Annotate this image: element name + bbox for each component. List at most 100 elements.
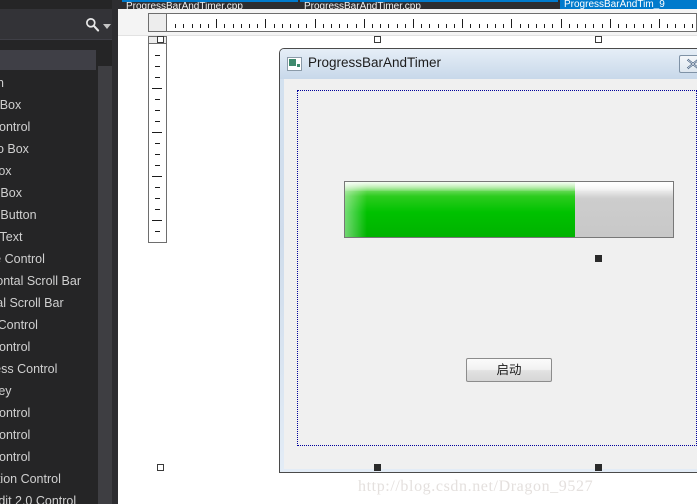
ruler-tick bbox=[528, 24, 529, 28]
vertical-ruler bbox=[148, 43, 167, 243]
ruler-tick bbox=[421, 24, 422, 28]
selection-handle-middle-right[interactable] bbox=[595, 255, 602, 262]
application-icon-glyph-a bbox=[289, 59, 296, 66]
toolbox-scrollbar[interactable] bbox=[98, 66, 112, 504]
selection-handle-top-left[interactable] bbox=[157, 36, 164, 43]
form-titlebar: ProgressBarAndTimer bbox=[280, 49, 697, 79]
ruler-tick bbox=[388, 24, 389, 28]
ruler-tick bbox=[618, 24, 619, 28]
ruler-tick bbox=[380, 24, 381, 28]
ruler-tick bbox=[356, 24, 357, 28]
toolbox-item[interactable]: k Box bbox=[0, 94, 105, 116]
ruler-tick bbox=[643, 24, 644, 28]
chevron-down-icon[interactable] bbox=[103, 24, 111, 29]
toolbox-item[interactable]: ation Control bbox=[0, 468, 105, 490]
ruler-tick bbox=[470, 24, 471, 28]
ruler-tick bbox=[208, 24, 209, 28]
selection-handle-top-center[interactable] bbox=[374, 36, 381, 43]
ruler-tick bbox=[155, 77, 160, 78]
ruler-tick bbox=[626, 24, 627, 28]
ruler-tick bbox=[503, 24, 504, 28]
ruler-tick bbox=[224, 24, 225, 28]
ruler-tick bbox=[155, 187, 160, 188]
designer-surface[interactable]: ProgressBarAndTimer 启动 bbox=[118, 9, 697, 504]
form-client-area: 启动 bbox=[284, 79, 697, 469]
ruler-tick bbox=[397, 24, 398, 28]
ruler-tick bbox=[152, 88, 162, 89]
ruler-tick bbox=[561, 19, 562, 28]
ruler-tick bbox=[298, 24, 299, 28]
ruler-tick bbox=[552, 24, 553, 28]
toolbox-item[interactable]: Box bbox=[0, 160, 105, 182]
ruler-tick bbox=[155, 209, 160, 210]
ruler-tick bbox=[155, 121, 160, 122]
toolbox-item[interactable]: Edit 2.0 Control bbox=[0, 490, 105, 504]
ruler-tick bbox=[684, 24, 685, 28]
toolbox-item[interactable]: on bbox=[0, 72, 105, 94]
ruler-tick bbox=[602, 24, 603, 28]
ruler-tick bbox=[536, 24, 537, 28]
panel-container[interactable]: 启动 bbox=[297, 90, 697, 446]
toolbox-item[interactable]: Control bbox=[0, 116, 105, 138]
ruler-tick bbox=[155, 55, 160, 56]
ruler-tick bbox=[585, 24, 586, 28]
toolbox-item-list: onk BoxControlbo BoxBoxp Boxo Buttonc Te… bbox=[0, 72, 105, 504]
ruler-tick bbox=[429, 24, 430, 28]
toolbox-item[interactable]: Control bbox=[0, 336, 105, 358]
selection-handle-bottom-left[interactable] bbox=[157, 464, 164, 471]
toolbox-item[interactable]: o Button bbox=[0, 204, 105, 226]
ruler-tick bbox=[306, 24, 307, 28]
ruler-tick bbox=[155, 231, 160, 232]
toolbox-item[interactable]: Key bbox=[0, 380, 105, 402]
toolbox-panel: onk BoxControlbo BoxBoxp Boxo Buttonc Te… bbox=[0, 0, 118, 504]
ruler-tick bbox=[290, 24, 291, 28]
selection-handle-bottom-center[interactable] bbox=[374, 464, 381, 471]
ruler-tick bbox=[155, 154, 160, 155]
ruler-tick bbox=[372, 24, 373, 28]
editor-tab-2[interactable]: ProgressBarAndTimer.cpp bbox=[300, 0, 558, 9]
ruler-tick bbox=[155, 165, 160, 166]
search-input[interactable] bbox=[0, 12, 88, 36]
ruler-tick bbox=[651, 24, 652, 28]
toolbox-panel-edge bbox=[112, 0, 118, 504]
close-button[interactable] bbox=[679, 55, 697, 73]
ruler-tick bbox=[593, 24, 594, 28]
editor-tab-3-active[interactable]: ProgressBarAndTim_9 bbox=[560, 0, 697, 9]
ruler-tick bbox=[152, 176, 162, 177]
toolbox-item[interactable]: bo Box bbox=[0, 138, 105, 160]
ruler-tick bbox=[405, 24, 406, 28]
selection-handle-bottom-right[interactable] bbox=[595, 464, 602, 471]
ruler-tick bbox=[233, 24, 234, 28]
editor-tab-2-label: ProgressBarAndTimer.cpp bbox=[304, 1, 421, 9]
selection-handle-top-right[interactable] bbox=[595, 36, 602, 43]
start-button[interactable]: 启动 bbox=[466, 358, 552, 382]
design-form-window[interactable]: ProgressBarAndTimer 启动 bbox=[279, 48, 697, 473]
ruler-tick bbox=[323, 24, 324, 28]
toolbox-search-row bbox=[0, 9, 118, 40]
close-icon bbox=[686, 58, 697, 70]
toolbox-item[interactable]: zontal Scroll Bar bbox=[0, 270, 105, 292]
toolbox-item[interactable]: c Text bbox=[0, 226, 105, 248]
ruler-tick bbox=[544, 24, 545, 28]
form-title: ProgressBarAndTimer bbox=[308, 55, 442, 70]
search-icon[interactable] bbox=[85, 17, 100, 32]
ruler-tick bbox=[634, 24, 635, 28]
editor-tab-1[interactable]: ProgressBarAndTimer.cpp bbox=[122, 0, 298, 9]
toolbox-item[interactable]: cal Scroll Bar bbox=[0, 292, 105, 314]
ruler-tick bbox=[520, 24, 521, 28]
toolbox-item[interactable]: Control bbox=[0, 424, 105, 446]
ruler-tick bbox=[282, 24, 283, 28]
toolbox-item[interactable]: re Control bbox=[0, 248, 105, 270]
toolbox-item[interactable]: p Box bbox=[0, 182, 105, 204]
ruler-tick bbox=[438, 24, 439, 28]
toolbox-item[interactable]: r Control bbox=[0, 314, 105, 336]
ruler-tick bbox=[265, 19, 266, 28]
toolbox-item[interactable]: Control bbox=[0, 446, 105, 468]
ruler-tick bbox=[577, 24, 578, 28]
toolbox-item[interactable]: ress Control bbox=[0, 358, 105, 380]
ruler-tick bbox=[155, 198, 160, 199]
toolbox-selected-item[interactable] bbox=[0, 50, 96, 70]
ruler-tick bbox=[692, 24, 693, 28]
ruler-tick bbox=[675, 24, 676, 28]
toolbox-item[interactable]: Control bbox=[0, 402, 105, 424]
